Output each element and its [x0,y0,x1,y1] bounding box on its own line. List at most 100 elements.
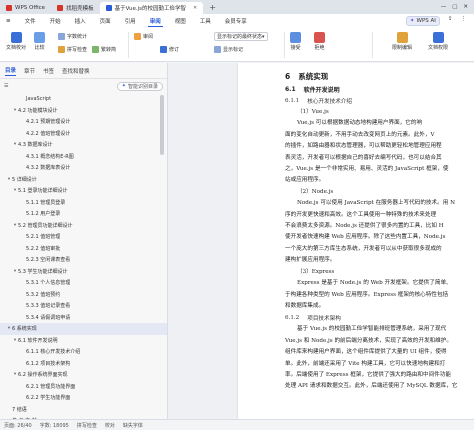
heading-number: 6 [285,71,291,81]
restrict-edit-button[interactable]: 限制编辑 [392,32,412,51]
doc-permission-label: 文档权限 [428,45,449,51]
toc-item-label: 5.1.1 管理员登录 [26,199,66,206]
doc-proof-label: 文档校对 [6,45,27,51]
compare-button[interactable]: 比较 [34,32,45,51]
toc-item[interactable]: 4.2.2 值班管理设计 [0,128,167,140]
toc-item[interactable]: 6.2.1 管理员功能界面 [0,381,167,393]
nav-tools: ☰ ✦ 智能识别目录 [0,79,167,93]
toc-item[interactable]: 5.3.3 值班记录查看 [0,300,167,312]
text-line: 表灵活，开发者可以根据自己的喜好去编写代码，也可以结合其 [285,154,442,161]
toc-item-label: 6.2.2 学生功能界面 [26,395,71,402]
page-indicator[interactable]: 页面: 26/40 [4,422,32,429]
convert-label: 繁转简 [101,47,117,53]
accept-button[interactable]: 接受 [290,32,301,51]
menu-file[interactable]: 文件 [23,16,38,26]
reject-button[interactable]: 拒绝 [314,32,325,51]
vue-paragraph: Vue.js 可以根据数据动态地构建用户界面，它的响 面的变化自动更新，不用手动去… [285,118,474,186]
toc-item[interactable]: ▾ 5.3 学生功能详细设计 [0,266,167,278]
tab-template[interactable]: 找稻壳模板 [51,2,100,14]
nav-tab-chapters[interactable]: 章节 [24,67,35,75]
close-tab-icon[interactable]: ✕ [193,5,197,11]
missing-font-indicator[interactable]: 缺失字体 [123,422,143,429]
toc-item[interactable]: 6.1.2 项目技术架构 [0,358,167,370]
share-icon[interactable]: ⇪ [448,16,453,26]
toc-item[interactable]: ▾ 5.1 登录功能详细设计 [0,185,167,197]
spell-check-indicator[interactable]: 拼写检查 [77,422,97,429]
toc-item[interactable]: 5.2.1 值班管理 [0,231,167,243]
word-count-indicator[interactable]: 字数: 18095 [40,422,69,429]
wps-logo-icon [6,5,12,11]
wps-ai-button[interactable]: ✦ WPS AI [405,16,440,26]
toc-item[interactable]: 4.3.2 数据库表设计 [0,162,167,174]
tab-wps-office[interactable]: WPS Office [0,2,51,14]
proof-indicator[interactable]: 校对 [105,422,115,429]
toc-item[interactable]: 5.1.1 管理员登录 [0,197,167,209]
proof-icon [10,32,22,43]
toc-item[interactable]: 4.3.1 概念结构E-R图 [0,151,167,163]
doc-permission-button[interactable]: 文档权限 [428,32,448,51]
toc-item[interactable]: 4.2.1 预期管理设计 [0,116,167,128]
toc-item[interactable]: ▾ 6.1 软件开发说明 [0,335,167,347]
menu-tools[interactable]: 工具 [198,16,213,26]
convert-button[interactable]: 繁转简 [92,46,116,53]
toc-item[interactable]: 5.3.1 个人信息管理 [0,277,167,289]
reviewers-button[interactable]: 审阅 [134,33,153,40]
toc-item-label: 5 详细设计 [12,176,37,183]
minimize-icon[interactable]: — [441,4,447,10]
toc-item[interactable]: 5.2.3 空闲课表查看 [0,254,167,266]
toc-settings-icon[interactable]: ☰ [4,83,8,89]
document-page[interactable]: 6 系统实现 6.1 软件开发说明 6.1.1 核心开发技术介绍 （1）Vue.… [238,63,474,419]
toc-item[interactable]: 5.1.2 用户登录 [0,208,167,220]
modify-button[interactable]: 修订 [160,46,179,53]
title-bar: WPS Office 找稻壳模板 基于Vue.js的校园勤工俭学智 ✕ + — … [0,0,474,14]
doc-proof-button[interactable]: 文档校对 [6,32,26,51]
toc-item[interactable]: JavaScript [0,93,167,105]
convert-icon [92,46,99,53]
spell-check-button[interactable]: 拼写检查 [58,46,87,53]
menu-page[interactable]: 页面 [98,16,113,26]
toc-item[interactable]: 6.1.1 核心开发技术介绍 [0,346,167,358]
toc-item[interactable]: ▾ 6.2 操作系统界面实现 [0,369,167,381]
toc-item[interactable]: 5.2.2 值班审批 [0,243,167,255]
nav-tab-bookmarks[interactable]: 书签 [43,67,54,75]
menu-member[interactable]: 会员专享 [223,16,249,26]
close-icon[interactable]: ✕ [463,4,468,10]
toc-item[interactable]: ▾ 6 系统实现 [0,323,167,335]
more-icon[interactable]: ⋮ [461,16,467,26]
markup-mode-dropdown[interactable]: 显示标记的最终状态 ▾ [214,32,268,41]
show-markup-button[interactable]: 显示标记 [214,46,243,53]
tab-document[interactable]: 基于Vue.js的校园勤工俭学智 ✕ [99,2,204,14]
toc-item[interactable]: 5.3.4 请假调班申请 [0,312,167,324]
toc-scrollbar[interactable] [160,95,164,155]
new-tab-button[interactable]: + [203,3,222,12]
maximize-icon[interactable]: ▢ [452,4,457,10]
toc-item[interactable]: ▾ 4.2 功能模块设计 [0,105,167,117]
toc-item-label: 6.2 操作系统界面实现 [18,372,68,379]
toc-item[interactable]: ▾ 4.3 数据库设计 [0,139,167,151]
toc-item[interactable]: ▾ 5 详细设计 [0,174,167,186]
toc-item[interactable]: ▾ 5.2 管理员功能详细设计 [0,220,167,232]
text-line: 使开发者快速构建 Web 应用程序。除了这些内置工具，Node.js [285,234,446,241]
text-line: 的插件，如路由器和状态管理器，可以帮助更轻松地管理应用程 [285,143,442,150]
menu-reference[interactable]: 引用 [123,16,138,26]
node-paragraph: Node.js 可以使用 JavaScript 在服务器上写代码的技术。用 N 序… [285,198,474,266]
menu-view[interactable]: 视图 [173,16,188,26]
menu-review[interactable]: 审阅 [147,16,163,27]
express-title: （3）Express [297,268,335,275]
chevron-down-icon: ▾ [262,33,265,40]
text-line: 面的变化自动更新，不用手动去改变网页上的元素。此外，V [285,131,435,138]
menu-home[interactable]: 开始 [48,16,63,26]
toc-item-label: 5.2.2 值班审批 [26,245,61,252]
markup-mode-value: 显示标记的最终状态 [217,34,263,40]
toc-item[interactable]: 5.3.2 值班预约 [0,289,167,301]
toc-item[interactable]: 6.2.2 学生功能界面 [0,392,167,404]
toc-item-label: 4.2.1 预期管理设计 [26,119,71,126]
toc-item[interactable]: 7 结语 [0,404,167,416]
word-count-button[interactable]: 字数统计 [58,33,87,40]
nav-tab-toc[interactable]: 目录 [5,66,17,76]
smart-toc-button[interactable]: ✦ 智能识别目录 [116,81,163,91]
nav-tab-find-replace[interactable]: 查找和替换 [62,67,90,75]
markup-mode-select[interactable]: 显示标记的最终状态 ▾ [214,32,268,41]
menu-insert[interactable]: 插入 [73,16,88,26]
menu-hamburger-icon[interactable]: ≡ [4,17,13,25]
